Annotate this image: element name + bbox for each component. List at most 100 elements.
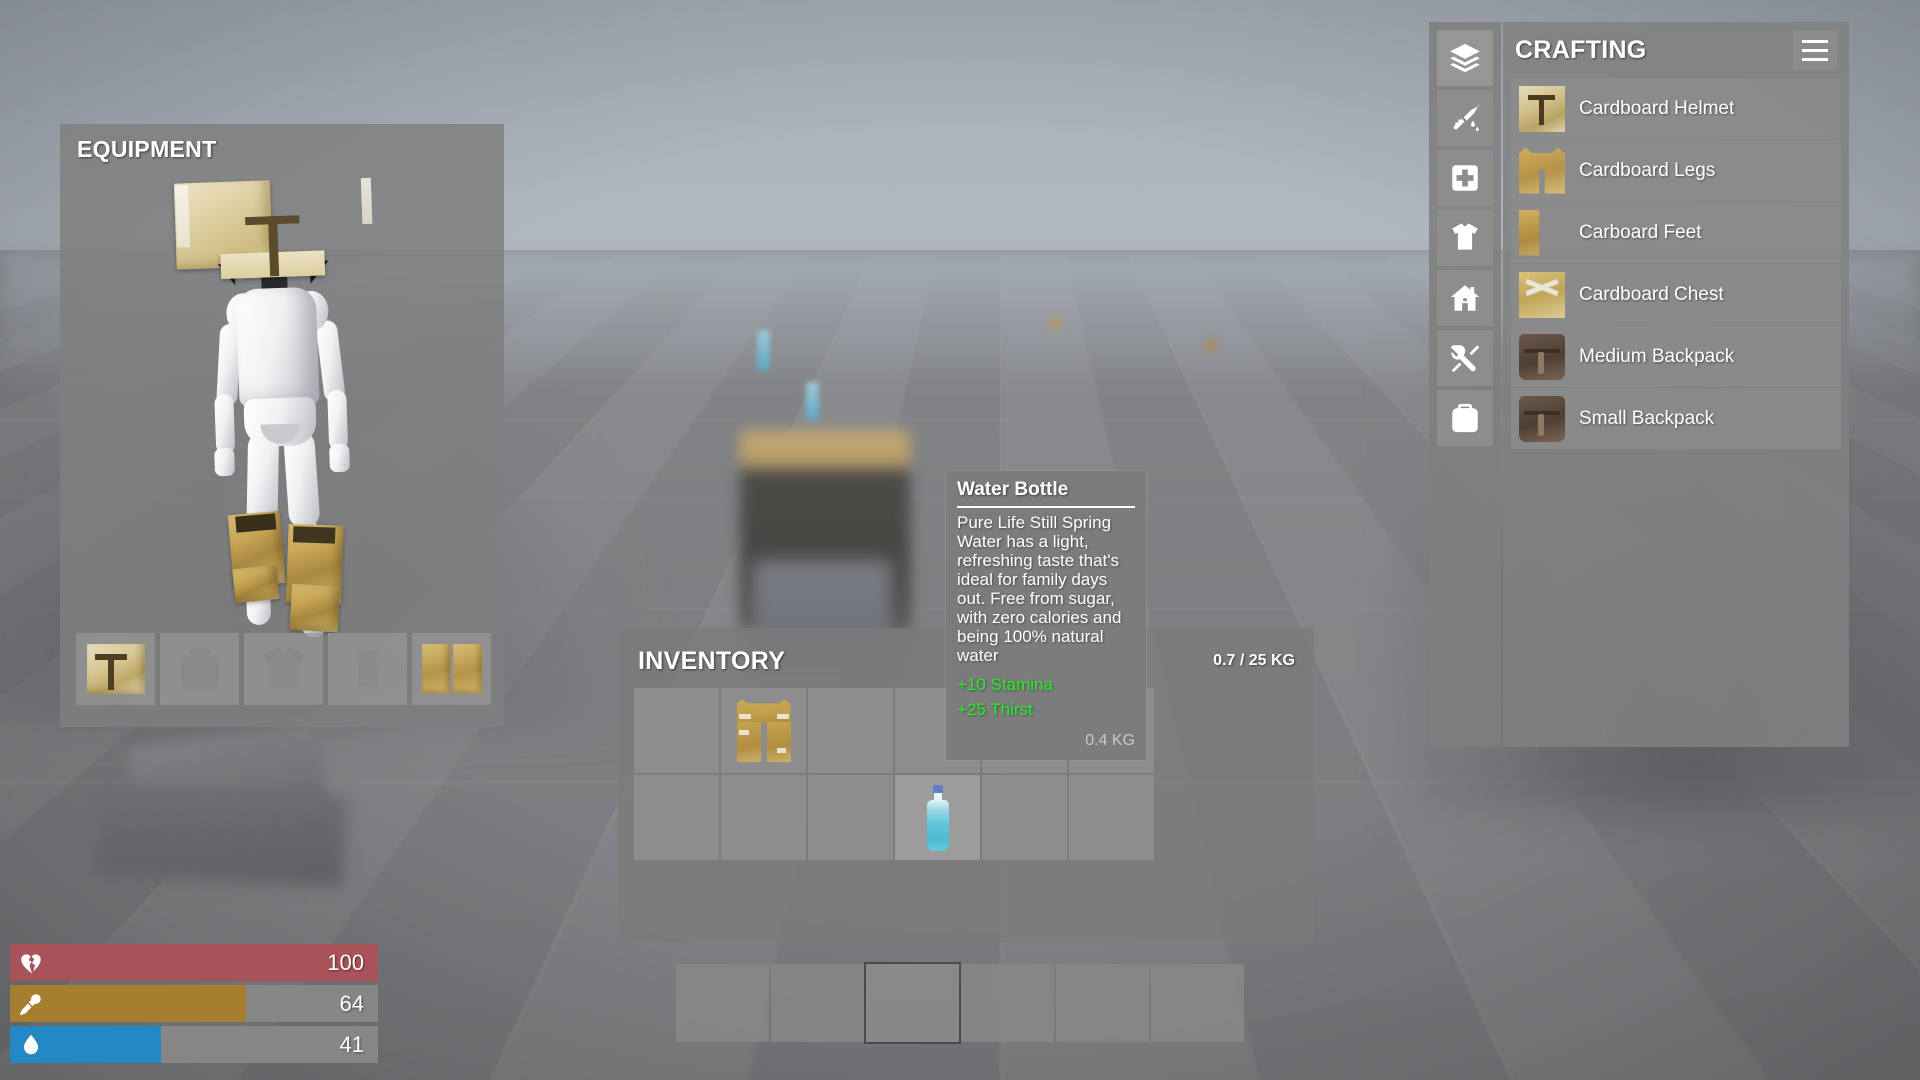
- world-debris-4: [660, 300, 671, 311]
- crafting-category-clothing[interactable]: [1437, 210, 1493, 266]
- crafting-body: CRAFTING Cardboard Helmet Cardboard Legs…: [1503, 22, 1849, 747]
- equipment-slot-boots[interactable]: [412, 633, 491, 705]
- mannequin-hand-right: [329, 443, 351, 473]
- equipment-slot-pants[interactable]: [328, 633, 407, 705]
- inventory-slot-6[interactable]: [634, 775, 719, 860]
- world-box-left-2: [92, 783, 348, 887]
- cardboard-helmet-icon: [86, 644, 145, 694]
- backpack-icon: [1452, 403, 1478, 433]
- medium-backpack-icon: [1519, 333, 1565, 380]
- crafting-category-weapons[interactable]: [1437, 90, 1493, 146]
- tooltip-stat-stamina: +10 Stamina: [957, 675, 1053, 695]
- hotbar-slot-4[interactable]: [1056, 964, 1149, 1042]
- crafting-category-building[interactable]: [1437, 270, 1493, 326]
- cardboard-chest-icon: [1519, 271, 1565, 318]
- inventory-slot-0[interactable]: [634, 688, 719, 773]
- crafting-recipe-label: Cardboard Legs: [1579, 159, 1716, 181]
- status-bars: 100 64 41: [10, 944, 378, 1067]
- thirst-bar: 41: [10, 1026, 378, 1063]
- crafting-recipe-cardboard-helmet[interactable]: Cardboard Helmet: [1511, 78, 1841, 139]
- item-cardboard-legs: [736, 699, 791, 762]
- equipment-slot-backpack[interactable]: [160, 633, 239, 705]
- tooltip-weight: 0.4 KG: [1085, 732, 1135, 750]
- helmet-cross-vertical: [268, 216, 280, 277]
- world-bottle-a: [757, 330, 770, 370]
- drumstick-icon: [10, 991, 52, 1017]
- crafting-panel: CRAFTING Cardboard Helmet Cardboard Legs…: [1429, 22, 1849, 747]
- knife-icon: [1453, 104, 1480, 132]
- hotbar-slot-0[interactable]: [676, 964, 769, 1042]
- pants-icon: [357, 651, 378, 687]
- mannequin-forearm-left: [214, 393, 236, 455]
- crafting-recipe-cardboard-legs[interactable]: Cardboard Legs: [1511, 140, 1841, 201]
- tooltip-stat-thirst: +25 Thirst: [957, 700, 1033, 720]
- equipment-slot-row: [76, 633, 491, 705]
- crafting-recipe-medium-backpack[interactable]: Medium Backpack: [1511, 326, 1841, 387]
- inventory-slot-8[interactable]: [808, 775, 893, 860]
- shirt-icon: [1452, 223, 1478, 250]
- hotbar-slot-5[interactable]: [1151, 964, 1244, 1042]
- inventory-slot-10[interactable]: [982, 775, 1067, 860]
- tooltip-title: Water Bottle: [957, 479, 1069, 500]
- character-preview[interactable]: [60, 164, 504, 674]
- crafting-category-storage[interactable]: [1437, 390, 1493, 446]
- crafting-recipe-label: Small Backpack: [1579, 407, 1715, 429]
- crafting-category-all[interactable]: [1437, 30, 1493, 86]
- inventory-slot-7[interactable]: [721, 775, 806, 860]
- crafting-recipe-label: Carboard Feet: [1579, 221, 1702, 243]
- cardboard-feet-icon: [421, 644, 482, 694]
- crafting-header: CRAFTING: [1503, 22, 1849, 77]
- hamburger-icon[interactable]: [1793, 30, 1837, 70]
- crafting-recipe-carboard-feet[interactable]: Carboard Feet: [1511, 202, 1841, 263]
- broken-heart-icon: [10, 950, 52, 976]
- crafting-recipe-cardboard-chest[interactable]: Cardboard Chest: [1511, 264, 1841, 325]
- water-drop-icon: [10, 1032, 52, 1058]
- hunger-bar: 64: [10, 985, 378, 1022]
- tooltip-stat-list: +10 Stamina +25 Thirst: [957, 674, 1135, 722]
- cardboard-legs-icon: [1519, 147, 1565, 194]
- crafting-category-tools[interactable]: [1437, 330, 1493, 386]
- hunger-value: 64: [339, 990, 364, 1016]
- health-bar: 100: [10, 944, 378, 981]
- world-debris-2: [1206, 340, 1217, 351]
- tools-icon: [1450, 344, 1480, 373]
- world-bottle-b: [806, 382, 819, 420]
- mannequin-hand-left: [214, 447, 236, 477]
- inventory-slot-11[interactable]: [1069, 775, 1154, 860]
- equipment-panel: EQUIPMENT: [60, 124, 504, 727]
- carboard-feet-icon: [1519, 209, 1540, 256]
- health-value: 100: [327, 949, 364, 975]
- thirst-value: 41: [339, 1031, 364, 1057]
- small-backpack-icon: [1519, 395, 1565, 442]
- inventory-slot-9[interactable]: [895, 775, 980, 860]
- layers-icon: [1450, 43, 1480, 73]
- tooltip-divider: [957, 506, 1135, 508]
- crafting-category-medical[interactable]: [1437, 150, 1493, 206]
- crafting-recipe-small-backpack[interactable]: Small Backpack: [1511, 388, 1841, 449]
- character-mannequin: [173, 177, 390, 654]
- tooltip-description: Pure Life Still Spring Water has a light…: [957, 513, 1122, 666]
- equipped-boot-right-toe: [289, 583, 340, 633]
- health-bar-fill: [10, 944, 378, 981]
- equipment-slot-helmet[interactable]: [76, 633, 155, 705]
- item-water-bottle: [925, 784, 951, 851]
- inventory-slot-2[interactable]: [808, 688, 893, 773]
- hotbar-slot-1[interactable]: [771, 964, 864, 1042]
- mannequin-torso: [235, 286, 320, 408]
- shirt-icon: [262, 648, 305, 688]
- hotbar: [676, 964, 1244, 1042]
- hotbar-slot-2[interactable]: [866, 964, 959, 1042]
- mannequin-forearm-right: [327, 389, 349, 451]
- boot-right-opening: [292, 526, 336, 544]
- equipment-title: EQUIPMENT: [77, 136, 217, 162]
- inventory-slot-1[interactable]: [721, 688, 806, 773]
- inventory-title: INVENTORY: [638, 647, 786, 675]
- crafting-recipe-label: Cardboard Chest: [1579, 283, 1724, 305]
- equipped-boot-left-toe: [232, 564, 280, 604]
- item-tooltip: Water Bottle Pure Life Still Spring Wate…: [946, 471, 1146, 761]
- hotbar-slot-3[interactable]: [961, 964, 1054, 1042]
- backpack-icon: [180, 648, 219, 690]
- equipment-slot-shirt[interactable]: [244, 633, 323, 705]
- inventory-weight-readout: 0.7 / 25 KG: [1213, 652, 1295, 669]
- cardboard-helmet-icon: [1519, 85, 1565, 132]
